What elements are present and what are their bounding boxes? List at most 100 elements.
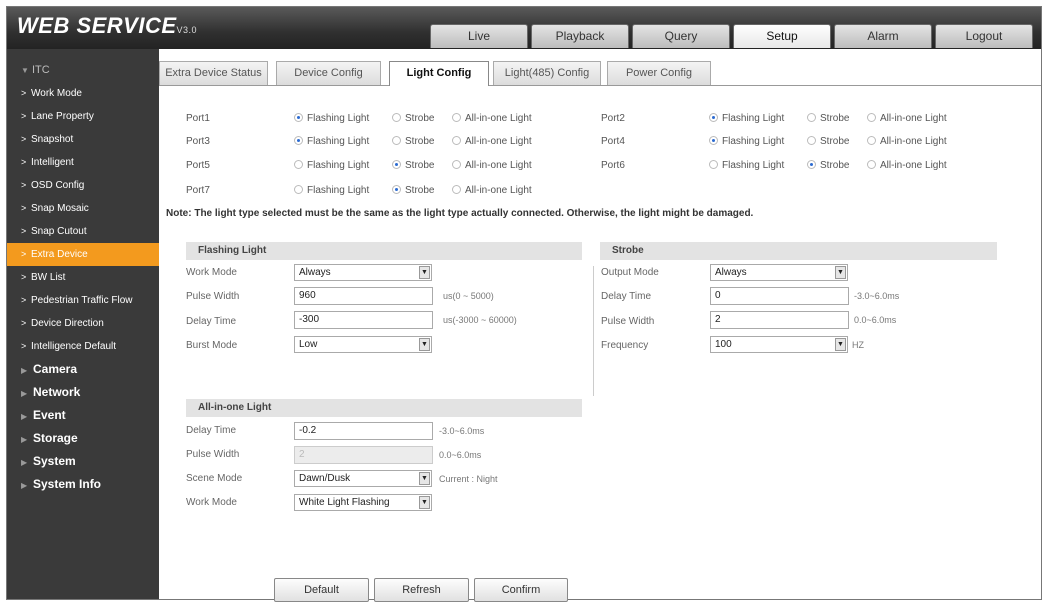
port1-radio-strobe[interactable]: Strobe xyxy=(392,110,434,128)
scene-mode-select[interactable]: Dawn/Dusk ▼ xyxy=(294,470,432,487)
sidebar-menu-system-info[interactable]: ▶ System Info xyxy=(7,473,159,496)
port2-radio-flashing-light[interactable]: Flashing Light xyxy=(709,110,784,128)
main-nav: Live Playback Query Setup Alarm Logout xyxy=(430,24,1036,48)
allinone-pulse-width-input[interactable]: 2 xyxy=(294,446,433,464)
sidebar-menu-camera[interactable]: ▶ Camera xyxy=(7,358,159,381)
nav-tab-setup[interactable]: Setup xyxy=(733,24,831,48)
radio-label: Strobe xyxy=(820,160,850,171)
allinone-delay-time-range: -3.0~6.0ms xyxy=(439,426,485,436)
port-row-port7: Port7 Flashing Light Strobe All-in-one Ligh… xyxy=(186,182,586,200)
tab-power-config[interactable]: Power Config xyxy=(607,61,711,85)
port6-radio-all-in-one-light[interactable]: All-in-one Light xyxy=(867,157,947,175)
port2-radio-all-in-one-light[interactable]: All-in-one Light xyxy=(867,110,947,128)
port4-radio-all-in-one-light[interactable]: All-in-one Light xyxy=(867,133,947,151)
sidebar-menu-label: Storage xyxy=(33,431,78,445)
strobe-delay-time-input[interactable]: 0 xyxy=(710,287,849,305)
radio-label: All-in-one Light xyxy=(880,113,947,124)
port4-radio-strobe[interactable]: Strobe xyxy=(807,133,849,151)
select-value: Dawn/Dusk xyxy=(299,473,351,484)
radio-label: Strobe xyxy=(405,113,435,124)
main-content: Extra Device Status Device Config Light … xyxy=(159,49,1041,602)
radio-button-icon xyxy=(452,185,461,194)
allinone-work-mode-select[interactable]: White Light Flashing ▼ xyxy=(294,494,432,511)
port-row-port3: Port3 Flashing Light Strobe All-in-one Ligh… xyxy=(186,133,586,151)
flashing-delay-time-range: us(-3000 ~ 60000) xyxy=(443,315,517,325)
nav-tab-playback[interactable]: Playback xyxy=(531,24,629,48)
port-row-port2: Port2 Flashing Light Strobe All-in-one Ligh… xyxy=(601,110,1001,128)
dropdown-arrow-icon: ▼ xyxy=(419,338,430,351)
sidebar-item-pedestrian-traffic-flow[interactable]: > Pedestrian Traffic Flow xyxy=(7,289,159,312)
flashing-delay-time-input[interactable]: -300 xyxy=(294,311,433,329)
port6-radio-flashing-light[interactable]: Flashing Light xyxy=(709,157,784,175)
dropdown-arrow-icon: ▼ xyxy=(835,338,846,351)
sidebar-menu-storage[interactable]: ▶ Storage xyxy=(7,427,159,450)
flashing-pulse-width-input[interactable]: 960 xyxy=(294,287,433,305)
radio-button-icon xyxy=(392,113,401,122)
tab-extra-device-status[interactable]: Extra Device Status xyxy=(159,61,268,85)
tab-light485-config[interactable]: Light(485) Config xyxy=(493,61,601,85)
port3-radio-all-in-one-light[interactable]: All-in-one Light xyxy=(452,133,532,151)
section-divider xyxy=(593,266,594,396)
sidebar-item-device-direction[interactable]: > Device Direction xyxy=(7,312,159,335)
refresh-button[interactable]: Refresh xyxy=(374,578,469,602)
port2-radio-strobe[interactable]: Strobe xyxy=(807,110,849,128)
port7-radio-flashing-light[interactable]: Flashing Light xyxy=(294,182,369,200)
allinone-delay-time-input[interactable]: -0.2 xyxy=(294,422,433,440)
port-label: Port2 xyxy=(601,113,625,124)
tab-light-config[interactable]: Light Config xyxy=(389,61,489,86)
port6-radio-strobe[interactable]: Strobe xyxy=(807,157,849,175)
dropdown-arrow-icon: ▼ xyxy=(419,472,430,485)
sidebar-menu-network[interactable]: ▶ Network xyxy=(7,381,159,404)
sidebar-item-snap-mosaic[interactable]: > Snap Mosaic xyxy=(7,197,159,220)
dropdown-arrow-icon: ▼ xyxy=(835,266,846,279)
port7-radio-all-in-one-light[interactable]: All-in-one Light xyxy=(452,182,532,200)
port4-radio-flashing-light[interactable]: Flashing Light xyxy=(709,133,784,151)
port3-radio-strobe[interactable]: Strobe xyxy=(392,133,434,151)
sidebar-item-work-mode[interactable]: > Work Mode xyxy=(7,82,159,105)
port-row-port5: Port5 Flashing Light Strobe All-in-one Ligh… xyxy=(186,157,586,175)
port1-radio-flashing-light[interactable]: Flashing Light xyxy=(294,110,369,128)
sidebar-section-itc[interactable]: ▼ ITC xyxy=(7,49,159,82)
nav-tab-logout[interactable]: Logout xyxy=(935,24,1033,48)
chevron-right-icon: > xyxy=(21,134,27,144)
port5-radio-all-in-one-light[interactable]: All-in-one Light xyxy=(452,157,532,175)
port1-radio-all-in-one-light[interactable]: All-in-one Light xyxy=(452,110,532,128)
chevron-right-icon: > xyxy=(21,88,27,98)
sidebar-menu-system[interactable]: ▶ System xyxy=(7,450,159,473)
default-button[interactable]: Default xyxy=(274,578,369,602)
strobe-output-mode-select[interactable]: Always ▼ xyxy=(710,264,848,281)
strobe-frequency-select[interactable]: 100 ▼ xyxy=(710,336,848,353)
strobe-delay-time-label: Delay Time xyxy=(601,291,652,302)
sidebar-item-osd-config[interactable]: > OSD Config xyxy=(7,174,159,197)
port5-radio-strobe[interactable]: Strobe xyxy=(392,157,434,175)
scene-current-status: Current : Night xyxy=(439,474,498,484)
confirm-button[interactable]: Confirm xyxy=(474,578,568,602)
sidebar-item-label: Work Mode xyxy=(31,88,82,99)
sidebar-menu-event[interactable]: ▶ Event xyxy=(7,404,159,427)
strobe-pulse-width-input[interactable]: 2 xyxy=(710,311,849,329)
sidebar-item-snap-cutout[interactable]: > Snap Cutout xyxy=(7,220,159,243)
port5-radio-flashing-light[interactable]: Flashing Light xyxy=(294,157,369,175)
allinone-delay-time-label: Delay Time xyxy=(186,425,237,436)
flashing-work-mode-select[interactable]: Always ▼ xyxy=(294,264,432,281)
nav-tab-alarm[interactable]: Alarm xyxy=(834,24,932,48)
radio-label: Flashing Light xyxy=(722,160,785,171)
nav-tab-live[interactable]: Live xyxy=(430,24,528,48)
sidebar-item-bw-list[interactable]: > BW List xyxy=(7,266,159,289)
strobe-pulse-width-label: Pulse Width xyxy=(601,316,655,327)
radio-button-icon xyxy=(709,113,718,122)
sidebar-item-intelligence-default[interactable]: > Intelligence Default xyxy=(7,335,159,358)
tab-device-config[interactable]: Device Config xyxy=(276,61,381,85)
burst-mode-select[interactable]: Low ▼ xyxy=(294,336,432,353)
radio-button-icon xyxy=(294,113,303,122)
sidebar-item-snapshot[interactable]: > Snapshot xyxy=(7,128,159,151)
strobe-delay-time-range: -3.0~6.0ms xyxy=(854,291,900,301)
radio-label: Flashing Light xyxy=(307,185,370,196)
port3-radio-flashing-light[interactable]: Flashing Light xyxy=(294,133,369,151)
radio-label: Flashing Light xyxy=(307,160,370,171)
sidebar-item-extra-device[interactable]: > Extra Device xyxy=(7,243,159,266)
port7-radio-strobe[interactable]: Strobe xyxy=(392,182,434,200)
sidebar-item-intelligent[interactable]: > Intelligent xyxy=(7,151,159,174)
nav-tab-query[interactable]: Query xyxy=(632,24,730,48)
sidebar-item-lane-property[interactable]: > Lane Property xyxy=(7,105,159,128)
